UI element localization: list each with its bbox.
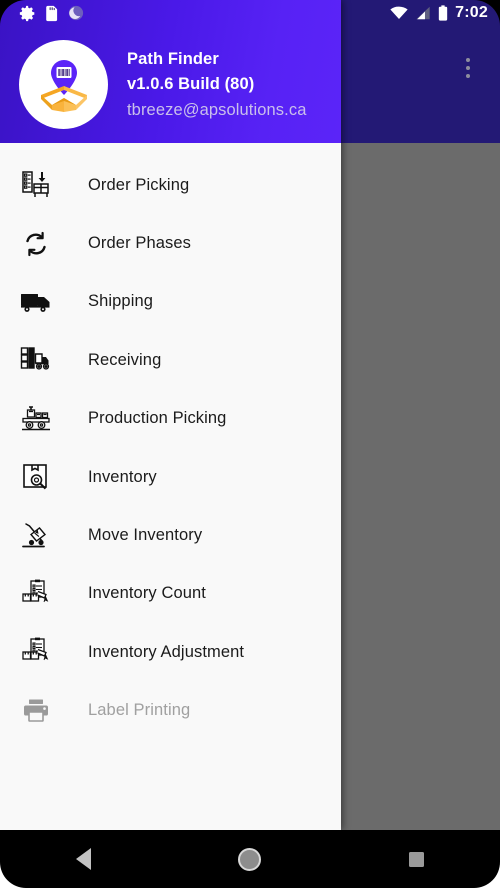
move-inventory-dolly-icon: [14, 516, 58, 556]
drawer-item-label: Receiving: [88, 350, 162, 369]
path-finder-logo: [19, 40, 108, 129]
shipping-truck-icon: [14, 282, 58, 322]
device-screen: Path Finder v1.0.6 Build (80) tbreeze@ap…: [0, 0, 500, 888]
drawer-item-label: Inventory Adjustment: [88, 642, 245, 661]
printer-icon: [14, 691, 58, 731]
drawer-item-label: Label Printing: [88, 701, 191, 720]
inventory-adjustment-icon: [14, 632, 58, 672]
order-picking-icon: [14, 165, 58, 205]
inventory-count-icon: [14, 574, 58, 614]
drawer-item-order-phases[interactable]: Order Phases: [0, 214, 341, 272]
receiving-forklift-icon: [14, 340, 58, 380]
production-conveyor-icon: [14, 399, 58, 439]
drawer-item-label-printing[interactable]: Label Printing: [0, 682, 341, 740]
drawer-item-label: Shipping: [88, 292, 154, 311]
drawer-item-move-inventory[interactable]: Move Inventory: [0, 506, 341, 564]
drawer-item-production-picking[interactable]: Production Picking: [0, 390, 341, 448]
drawer-item-order-picking[interactable]: Order Picking: [0, 156, 341, 214]
drawer-menu-list: Order Picking Order Phases Shipping Rece…: [0, 143, 341, 740]
nav-home-button[interactable]: [213, 835, 287, 883]
back-triangle-icon: [75, 848, 91, 870]
drawer-item-label: Production Picking: [88, 409, 227, 428]
drawer-item-label: Inventory Count: [88, 584, 206, 603]
logo-artwork: [40, 59, 87, 112]
app-version-label: v1.0.6 Build (80): [127, 75, 255, 93]
inventory-search-box-icon: [14, 457, 58, 497]
drawer-item-inventory[interactable]: Inventory: [0, 448, 341, 506]
account-email-label: tbreeze@apsolutions.ca: [127, 101, 307, 119]
drawer-item-label: Order Phases: [88, 234, 191, 253]
home-circle-icon: [238, 847, 262, 871]
order-phases-sync-icon: [14, 224, 58, 264]
nav-back-button[interactable]: [46, 835, 120, 883]
android-navigation-bar: [0, 830, 500, 888]
drawer-item-label: Order Picking: [88, 175, 190, 194]
navigation-drawer: Path Finder v1.0.6 Build (80) tbreeze@ap…: [0, 0, 341, 830]
app-name-label: Path Finder: [127, 50, 219, 68]
drawer-item-label: Move Inventory: [88, 526, 203, 545]
drawer-item-receiving[interactable]: Receiving: [0, 331, 341, 389]
drawer-header: Path Finder v1.0.6 Build (80) tbreeze@ap…: [0, 0, 341, 143]
drawer-header-text: Path Finder v1.0.6 Build (80) tbreeze@ap…: [127, 48, 306, 123]
recents-square-icon: [409, 851, 425, 867]
drawer-item-inventory-count[interactable]: Inventory Count: [0, 565, 341, 623]
nav-recents-button[interactable]: [380, 835, 454, 883]
drawer-item-inventory-adjustment[interactable]: Inventory Adjustment: [0, 623, 341, 681]
drawer-item-label: Inventory: [88, 467, 157, 486]
drawer-item-shipping[interactable]: Shipping: [0, 273, 341, 331]
